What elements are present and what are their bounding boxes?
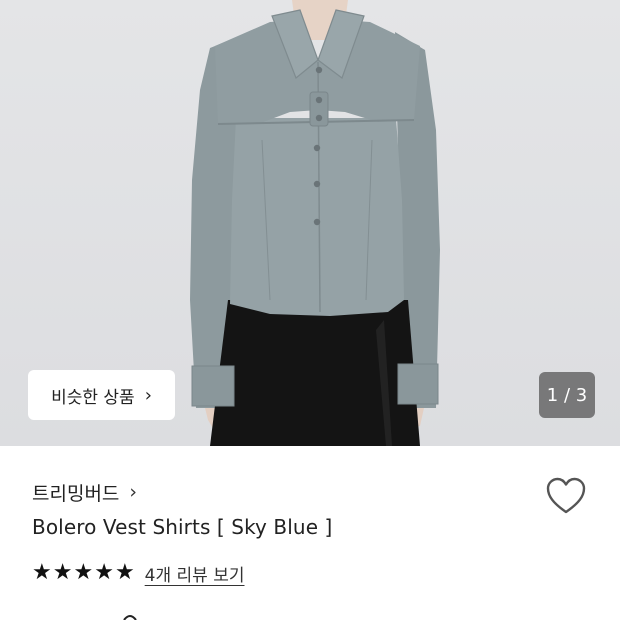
brand-link[interactable]: 트리밍버드 › <box>32 478 137 506</box>
star-icon: ★ <box>32 560 52 585</box>
view-reviews-link[interactable]: 4개 리뷰 보기 <box>145 561 245 586</box>
similar-products-label: 비슷한 상품 <box>51 387 135 408</box>
rating-stars: ★ ★ ★ ★ ★ <box>32 562 135 584</box>
rating-row: ★ ★ ★ ★ ★ 4개 리뷰 보기 <box>32 560 245 586</box>
image-counter: 1 / 3 <box>539 372 595 418</box>
similar-products-button[interactable]: 비슷한 상품 › <box>28 370 175 420</box>
star-icon: ★ <box>73 560 94 585</box>
heart-icon[interactable] <box>545 476 587 516</box>
product-title: Bolero Vest Shirts [ Sky Blue ] <box>32 515 333 539</box>
star-icon: ★ <box>94 560 114 585</box>
brand-name: 트리밍버드 <box>32 482 120 505</box>
star-icon: ★ <box>114 560 135 585</box>
next-section-peek <box>123 615 137 620</box>
product-image-carousel[interactable]: 비슷한 상품 › 1 / 3 <box>0 0 620 446</box>
chevron-right-icon: › <box>144 384 152 406</box>
star-icon: ★ <box>52 560 73 585</box>
chevron-right-icon: › <box>129 481 138 503</box>
